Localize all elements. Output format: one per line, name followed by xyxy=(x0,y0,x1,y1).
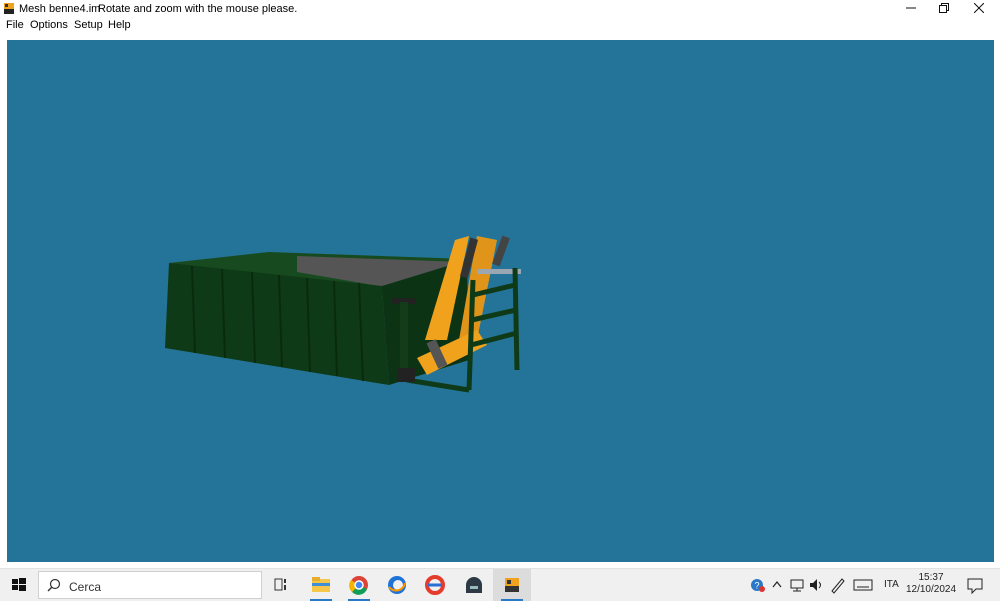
menu-bar: File Options Setup Help xyxy=(0,18,1000,34)
app-icon xyxy=(4,3,14,14)
game-icon xyxy=(466,577,482,593)
mesh-viewer-icon xyxy=(505,578,519,592)
keyboard-icon[interactable] xyxy=(852,569,874,601)
task-view-button[interactable] xyxy=(262,569,300,601)
menu-options[interactable]: Options xyxy=(30,19,68,31)
chrome-icon xyxy=(349,576,368,595)
mesh-render[interactable] xyxy=(7,40,994,562)
task-view-icon xyxy=(274,578,286,591)
network-icon[interactable] xyxy=(788,569,806,601)
hook-post xyxy=(400,302,408,372)
menu-setup[interactable]: Setup xyxy=(74,19,103,31)
volume-icon[interactable] xyxy=(807,569,825,601)
browser-button[interactable] xyxy=(378,569,416,601)
language-indicator[interactable]: ITA xyxy=(884,579,899,590)
chevron-up-icon[interactable] xyxy=(770,569,784,601)
windows-icon xyxy=(12,578,26,591)
svg-text:?: ? xyxy=(755,581,760,591)
pen-icon[interactable] xyxy=(828,569,848,601)
mesh-viewer-button[interactable] xyxy=(493,569,531,601)
restore-icon xyxy=(939,3,949,13)
help-tray-icon[interactable]: ? xyxy=(748,569,766,601)
window-title: Mesh benne4.im xyxy=(19,3,101,15)
hook-base xyxy=(397,368,415,382)
menu-help[interactable]: Help xyxy=(108,19,131,31)
notification-icon[interactable] xyxy=(964,569,986,601)
app-icon xyxy=(425,575,445,595)
file-explorer-icon xyxy=(312,577,330,592)
close-icon xyxy=(973,2,985,14)
clock-date: 12/10/2024 xyxy=(905,584,957,595)
chrome-button[interactable] xyxy=(340,569,378,601)
clock[interactable]: 15:37 12/10/2024 xyxy=(900,572,962,596)
search-placeholder: Cerca xyxy=(69,580,102,594)
taskbar: Cerca ? ITA 15:37 12/10/2024 xyxy=(0,568,1000,601)
window-hint: Rotate and zoom with the mouse please. xyxy=(98,3,298,15)
minimize-button[interactable] xyxy=(895,0,927,18)
title-bar: Mesh benne4.im Rotate and zoom with the … xyxy=(0,0,1000,18)
file-explorer-button[interactable] xyxy=(302,569,340,601)
restore-button[interactable] xyxy=(928,0,960,18)
3d-viewport[interactable] xyxy=(7,40,994,562)
game-button[interactable] xyxy=(455,569,493,601)
clock-time: 15:37 xyxy=(918,572,944,583)
close-button[interactable] xyxy=(963,0,995,18)
menu-file[interactable]: File xyxy=(6,19,24,31)
minimize-icon xyxy=(906,7,916,9)
app-button[interactable] xyxy=(416,569,454,601)
search-box[interactable]: Cerca xyxy=(38,571,262,599)
search-icon xyxy=(47,578,61,592)
browser-icon xyxy=(388,576,406,594)
start-button[interactable] xyxy=(0,569,38,601)
